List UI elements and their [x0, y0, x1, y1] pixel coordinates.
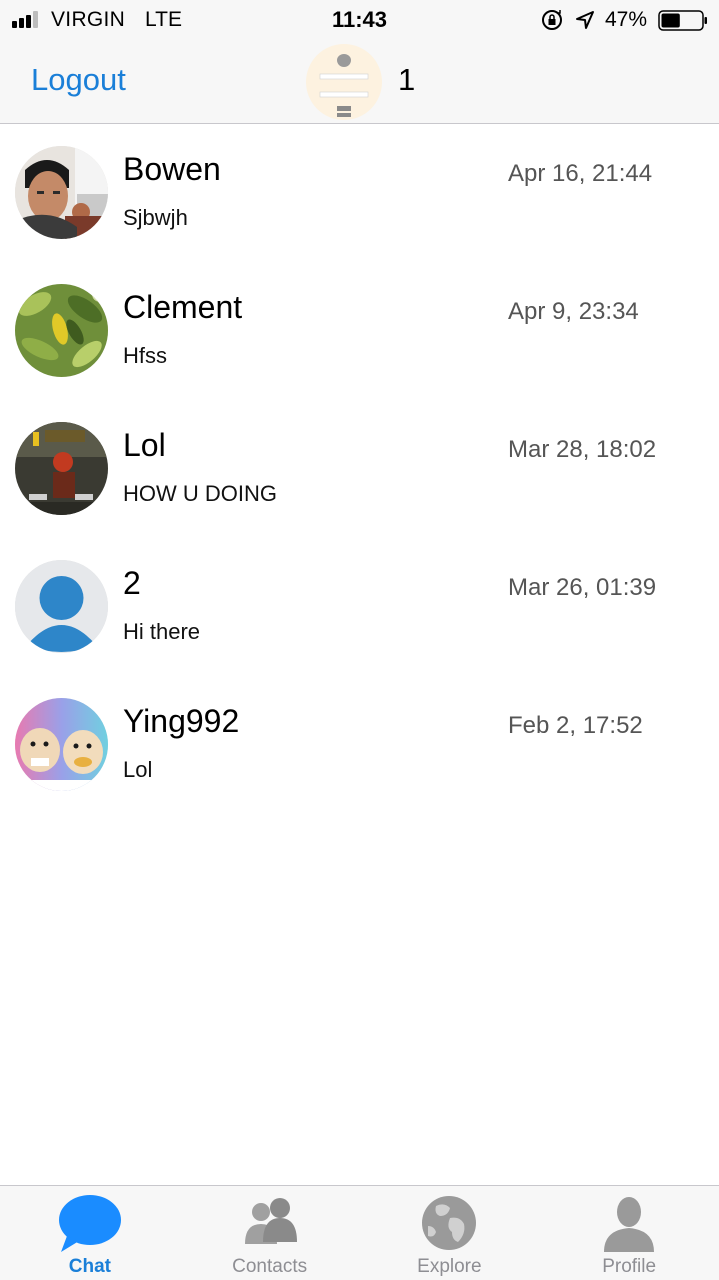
tab-bar: Chat Contacts Explore Profile	[0, 1185, 719, 1280]
chat-name: 2	[123, 565, 141, 601]
photo-leaves-avatar	[15, 284, 108, 377]
navigation-bar: Logout 1	[0, 40, 719, 124]
contacts-icon	[244, 1198, 297, 1244]
chat-last-message: Hi there	[123, 619, 201, 644]
chat-bubble-icon	[58, 1195, 121, 1252]
chat-list: Bowen Sjbwjh Apr 16, 21:44 Clement Hfss …	[0, 124, 719, 814]
user-avatar[interactable]	[306, 44, 382, 120]
chat-name: Bowen	[123, 151, 221, 187]
location-arrow-icon	[576, 11, 594, 29]
tab-label: Profile	[602, 1256, 657, 1277]
tab-label: Chat	[68, 1256, 111, 1277]
chat-name: Clement	[123, 289, 243, 325]
battery-icon	[658, 10, 707, 31]
chat-timestamp: Apr 9, 23:34	[508, 298, 639, 325]
tab-label: Explore	[417, 1256, 482, 1277]
chat-last-message: Lol	[123, 757, 153, 782]
nav-count: 1	[398, 62, 416, 97]
status-bar: VIRGIN LTE 11:43 47%	[0, 0, 719, 40]
chat-last-message: Hfss	[123, 343, 167, 368]
chat-last-message: Sjbwjh	[123, 205, 188, 230]
chat-row[interactable]: Bowen Sjbwjh Apr 16, 21:44	[0, 124, 719, 262]
photo-person-avatar	[15, 146, 108, 239]
tab-profile[interactable]: Profile	[539, 1186, 719, 1280]
photo-game-avatar	[15, 422, 108, 515]
chat-name: Ying992	[123, 703, 240, 739]
person-icon	[604, 1197, 655, 1252]
chat-row[interactable]: Clement Hfss Apr 9, 23:34	[0, 262, 719, 400]
battery-percentage: 47%	[605, 8, 648, 31]
tab-label: Contacts	[232, 1256, 308, 1277]
chat-timestamp: Mar 28, 18:02	[508, 436, 657, 463]
globe-icon	[422, 1196, 477, 1250]
login-screen-thumbnail-icon	[319, 54, 369, 117]
logout-button[interactable]: Logout	[31, 62, 126, 98]
chat-timestamp: Apr 16, 21:44	[508, 160, 653, 187]
chat-last-message: HOW U DOING	[123, 481, 277, 506]
chat-row[interactable]: Lol HOW U DOING Mar 28, 18:02	[0, 400, 719, 538]
rotation-lock-icon	[542, 10, 562, 30]
tab-explore[interactable]: Explore	[360, 1186, 540, 1280]
tab-chat[interactable]: Chat	[0, 1186, 180, 1280]
chat-row[interactable]: 2 Hi there Mar 26, 01:39	[0, 538, 719, 676]
chat-row[interactable]: Ying992 Lol Feb 2, 17:52	[0, 676, 719, 814]
chat-timestamp: Mar 26, 01:39	[508, 574, 657, 601]
chat-name: Lol	[123, 427, 166, 463]
chat-timestamp: Feb 2, 17:52	[508, 712, 643, 739]
photo-hamsters-avatar	[15, 698, 108, 791]
tab-contacts[interactable]: Contacts	[180, 1186, 360, 1280]
default-user-avatar	[15, 560, 108, 653]
